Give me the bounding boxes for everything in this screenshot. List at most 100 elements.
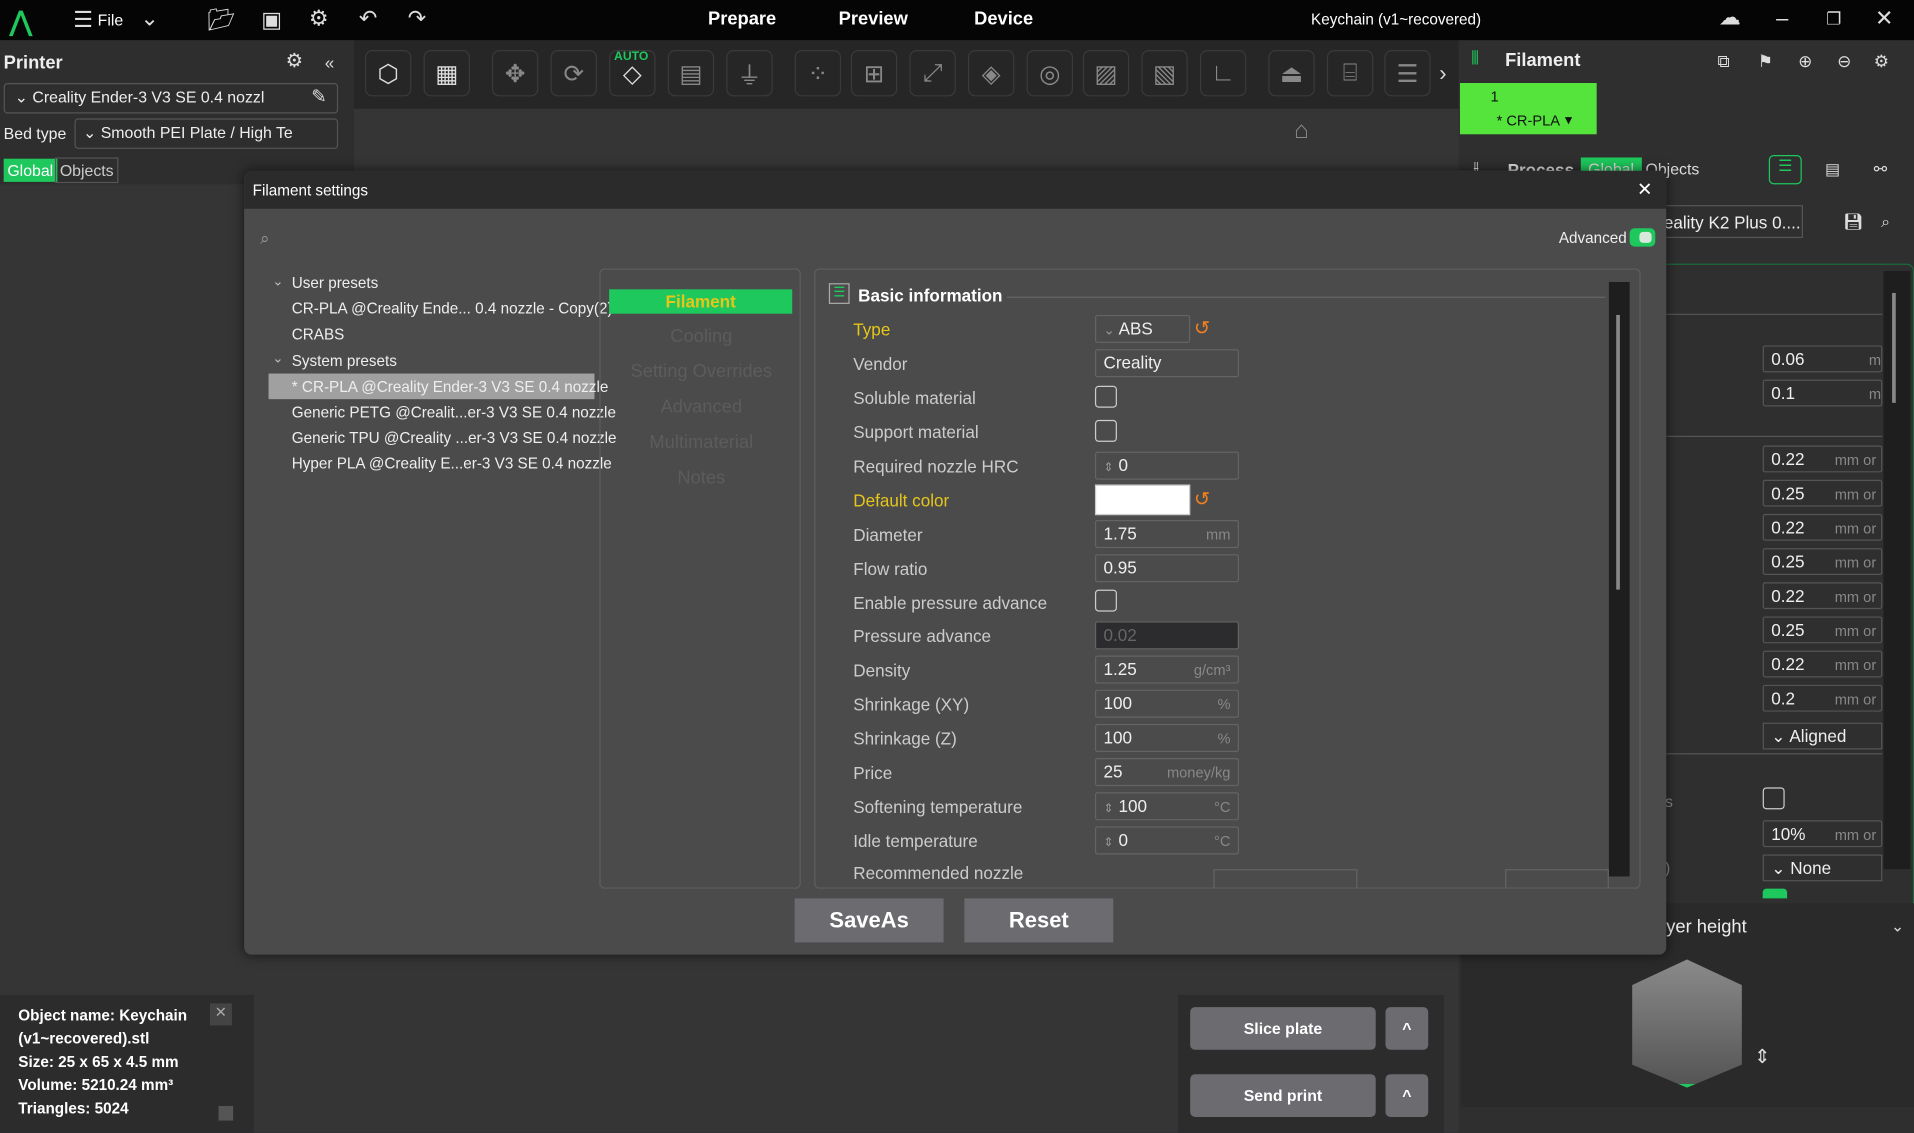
tree-item[interactable]: CRABS xyxy=(292,326,345,343)
slice-options-button[interactable]: ^ xyxy=(1385,1007,1429,1050)
expand-chevron-icon[interactable]: ⌄ xyxy=(272,350,283,367)
tree-item[interactable]: CR-PLA @Creality Ende... 0.4 nozzle - Co… xyxy=(292,300,613,317)
checked-checkbox[interactable] xyxy=(1762,888,1788,899)
home-icon[interactable]: ⌂ xyxy=(1294,117,1309,145)
save-as-button[interactable]: SaveAs xyxy=(794,898,944,943)
sync-icon[interactable]: ⧉ xyxy=(1718,50,1730,72)
support-checkbox[interactable] xyxy=(1094,419,1117,442)
printer-settings-icon[interactable]: ⚙ xyxy=(286,51,304,73)
nozzle-max-field[interactable] xyxy=(1505,869,1609,888)
toolbar-scroll-right-icon[interactable]: › xyxy=(1439,62,1446,84)
scale-icon[interactable]: ⤢ xyxy=(909,50,956,97)
search-icon[interactable]: ⌕ xyxy=(1881,211,1890,233)
scrollbar[interactable] xyxy=(1608,281,1630,877)
idle-temp-spinner[interactable]: ⇕ 0 °C xyxy=(1094,826,1240,855)
diameter-field[interactable]: 1.75 mm xyxy=(1094,520,1240,549)
file-menu[interactable]: File xyxy=(98,11,124,29)
nav-cooling[interactable]: Cooling xyxy=(601,326,802,347)
redo-icon[interactable]: ↷ xyxy=(408,7,426,29)
seam-paint-icon[interactable]: ⏏ xyxy=(1268,50,1315,97)
process-preset-select[interactable]: eality K2 Plus 0.... xyxy=(1660,205,1803,239)
save-icon[interactable]: ▣ xyxy=(261,9,282,31)
seam-select[interactable]: ⌄ Aligned xyxy=(1762,722,1883,750)
move-icon[interactable]: ✥ xyxy=(491,50,539,97)
send-options-button[interactable]: ^ xyxy=(1385,1074,1429,1117)
close-info-icon[interactable]: ✕ xyxy=(209,1003,232,1026)
undo-icon[interactable]: ↶ xyxy=(359,7,377,29)
cut-icon[interactable]: ◈ xyxy=(968,50,1015,97)
add-object-icon[interactable]: ⬡ xyxy=(364,50,412,97)
shrink-z-field[interactable]: 100% xyxy=(1094,723,1240,752)
advanced-view-icon[interactable]: ☰ xyxy=(1768,155,1802,185)
scrollbar[interactable] xyxy=(1883,270,1911,870)
send-print-button[interactable]: Send print xyxy=(1190,1074,1376,1117)
tree-item[interactable]: Generic TPU @Creality ...er-3 V3 SE 0.4 … xyxy=(292,430,617,447)
color-swatch[interactable] xyxy=(1094,484,1191,516)
brush-icon[interactable]: ⚑ xyxy=(1758,50,1773,72)
maximize-icon[interactable]: ❐ xyxy=(1826,7,1841,29)
remove-filament-icon[interactable]: ⊖ xyxy=(1837,50,1851,72)
collapse-info-icon[interactable] xyxy=(218,1105,234,1121)
density-field[interactable]: 1.25 g/cm³ xyxy=(1094,655,1240,684)
chevron-down-icon[interactable]: ⌄ xyxy=(140,7,158,29)
layers-icon[interactable]: ☰ xyxy=(1384,50,1431,97)
lay-on-face-icon[interactable]: ⏚ xyxy=(726,50,773,97)
hrc-spinner[interactable]: ⇕ 0 xyxy=(1094,451,1240,480)
process-value-field[interactable]: 0.22 mm or xyxy=(1762,582,1883,610)
measure-icon[interactable]: ∟ xyxy=(1199,50,1247,97)
cloud-upload-icon[interactable]: ☁ xyxy=(1719,6,1741,28)
arrange-icon[interactable]: ▤ xyxy=(667,50,715,97)
variable-layer-icon[interactable]: ▨ xyxy=(1082,50,1130,97)
advanced-toggle[interactable] xyxy=(1629,228,1656,247)
price-field[interactable]: 25 money/kg xyxy=(1094,758,1240,787)
hollow-icon[interactable]: ◎ xyxy=(1026,50,1073,97)
tab-prepare[interactable]: Prepare xyxy=(708,9,776,30)
expand-chevron-icon[interactable]: ⌄ xyxy=(272,273,283,290)
add-plate-icon[interactable]: ▦ xyxy=(423,50,470,97)
collapse-icon[interactable]: « xyxy=(325,51,335,73)
printer-select[interactable]: ⌄ Creality Ender-3 V3 SE 0.4 nozzl xyxy=(3,83,339,114)
dialog-close-icon[interactable]: ✕ xyxy=(1637,178,1652,200)
soluble-checkbox[interactable] xyxy=(1094,385,1117,408)
nav-filament[interactable]: Filament xyxy=(609,289,793,314)
layer-slider-handle-icon[interactable]: ⇕ xyxy=(1754,1047,1770,1069)
tree-item[interactable]: Hyper PLA @Creality E...er-3 V3 SE 0.4 n… xyxy=(292,455,612,472)
tree-item-selected[interactable]: * CR-PLA @Creality Ender-3 V3 SE 0.4 noz… xyxy=(292,378,609,395)
add-filament-icon[interactable]: ⊕ xyxy=(1798,50,1812,72)
softening-temp-spinner[interactable]: ⇕ 100 °C xyxy=(1094,792,1240,821)
tree-header-user[interactable]: User presets xyxy=(292,275,378,292)
split-parts-icon[interactable]: ⊞ xyxy=(850,50,898,97)
vendor-field[interactable]: Creality xyxy=(1094,349,1240,378)
slice-plate-button[interactable]: Slice plate xyxy=(1190,1007,1376,1050)
menu-icon[interactable]: ☰ xyxy=(73,9,93,31)
nav-multimaterial[interactable]: Multimaterial xyxy=(601,432,802,453)
process-value-field[interactable]: 0.06 m xyxy=(1762,345,1883,373)
search-icon[interactable]: ⌕ xyxy=(260,228,270,249)
auto-orient-icon[interactable]: ◇ xyxy=(609,50,656,97)
process-value-field[interactable]: 0.25 mm or xyxy=(1762,548,1883,575)
nozzle-min-field[interactable] xyxy=(1213,869,1358,888)
reset-color-icon[interactable]: ↺ xyxy=(1194,487,1210,511)
flow-ratio-field[interactable]: 0.95 xyxy=(1094,554,1240,583)
ironing-select[interactable]: ⌄ None xyxy=(1762,854,1883,882)
text-icon[interactable]: ⌸ xyxy=(1326,50,1374,97)
process-value-field[interactable]: 0.1 m xyxy=(1762,379,1883,407)
support-paint-icon[interactable]: ▧ xyxy=(1141,50,1188,97)
reset-button[interactable]: Reset xyxy=(964,898,1114,943)
process-value-field[interactable]: 0.2 mm or xyxy=(1762,684,1883,712)
gear-icon[interactable]: ⚙ xyxy=(309,7,329,29)
filament-slot[interactable]: 1 * CR-PLA ▾ xyxy=(1459,83,1597,135)
nav-advanced[interactable]: Advanced xyxy=(601,397,802,418)
tab-device[interactable]: Device xyxy=(974,9,1033,30)
tree-item[interactable]: Generic PETG @Crealit...er-3 V3 SE 0.4 n… xyxy=(292,404,616,421)
filament-settings-icon[interactable]: ⚙ xyxy=(1874,50,1889,72)
tree-header-system[interactable]: System presets xyxy=(292,353,397,370)
process-value-field[interactable]: 0.25 mm or xyxy=(1762,479,1883,507)
setting-checkbox[interactable] xyxy=(1762,787,1785,810)
tab-preview[interactable]: Preview xyxy=(839,9,908,30)
process-value-field[interactable]: 0.22 mm or xyxy=(1762,445,1883,473)
type-select[interactable]: ⌄ ABS xyxy=(1094,314,1191,344)
tab-objects[interactable]: Objects xyxy=(54,157,119,184)
nav-setting-overrides[interactable]: Setting Overrides xyxy=(601,361,802,382)
split-objects-icon[interactable]: ⁘ xyxy=(794,50,842,97)
